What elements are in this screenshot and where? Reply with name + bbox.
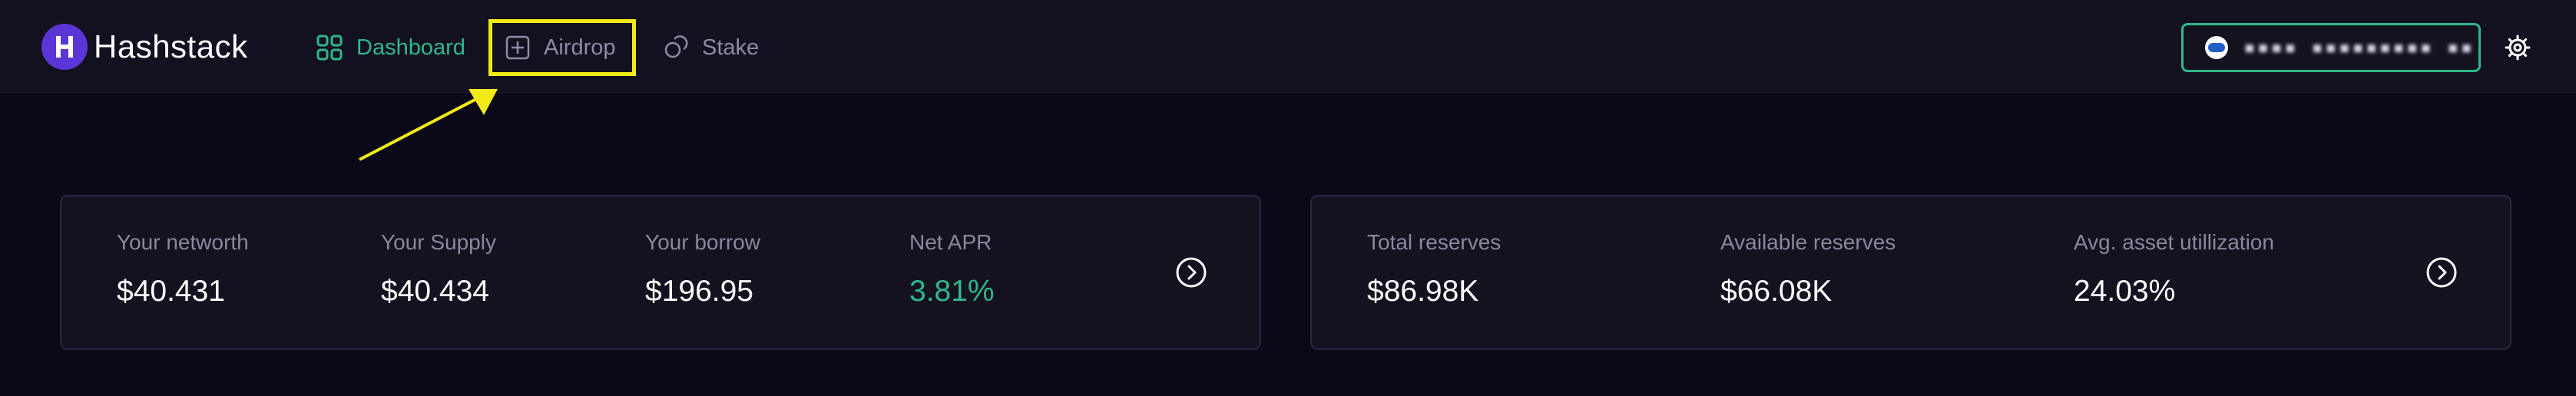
top-navbar: Hashstack Dashboard Airdrop Stake ▪▪▪▪ ▪… (0, 0, 2576, 93)
hashstack-logo-icon (41, 24, 88, 70)
airdrop-highlight-box (488, 19, 636, 76)
nav-item-dashboard[interactable]: Dashboard (316, 29, 465, 66)
grid-icon (316, 35, 343, 61)
stat-label: Your Supply (381, 230, 496, 254)
user-stats-card: Your networth $40.431 Your Supply $40.43… (60, 195, 1261, 350)
annotation-arrow-icon (359, 89, 498, 161)
wallet-avatar-icon (2205, 36, 2228, 59)
coins-icon (664, 35, 688, 58)
stat-net-apr: Net APR 3.81% (909, 230, 995, 309)
stat-label: Available reserves (1720, 230, 1896, 254)
stat-networth: Your networth $40.431 (117, 230, 249, 309)
chevron-right-circle-icon[interactable] (2425, 256, 2458, 289)
wallet-address: ▪▪▪▪ ▪▪▪▪▪▪▪▪▪ ▪▪ (2243, 36, 2475, 59)
stat-label: Total reserves (1367, 230, 1502, 254)
gear-icon (2505, 35, 2531, 61)
stat-value: $86.98K (1367, 275, 1479, 308)
stat-value: $66.08K (1720, 275, 1833, 308)
chevron-right-circle-icon[interactable] (1175, 256, 1207, 289)
settings-button[interactable] (2501, 31, 2535, 64)
brand-name: Hashstack (94, 28, 248, 64)
market-stats-card: Total reserves $86.98K Available reserve… (1310, 195, 2511, 350)
stat-available-reserves: Available reserves $66.08K (1720, 230, 1896, 309)
stat-label: Your networth (117, 230, 249, 254)
stat-borrow: Your borrow $196.95 (645, 230, 760, 309)
nav-item-stake[interactable]: Stake (664, 29, 759, 66)
brand[interactable]: Hashstack (41, 23, 248, 71)
stat-label: Avg. asset utillization (2074, 230, 2274, 254)
stat-label: Your borrow (645, 230, 760, 254)
stat-value: 3.81% (909, 275, 995, 308)
stat-value: $40.431 (117, 275, 225, 308)
stat-total-reserves: Total reserves $86.98K (1367, 230, 1501, 309)
stat-value: $196.95 (645, 275, 753, 308)
nav-item-label: Dashboard (356, 35, 465, 60)
nav-item-label: Stake (702, 35, 760, 60)
wallet-button[interactable]: ▪▪▪▪ ▪▪▪▪▪▪▪▪▪ ▪▪ (2181, 23, 2481, 72)
stat-label: Net APR (909, 230, 992, 254)
stat-value: $40.434 (381, 275, 489, 308)
stat-value: 24.03% (2074, 275, 2176, 308)
stat-asset-utilization: Avg. asset utillization 24.03% (2074, 230, 2274, 309)
stat-supply: Your Supply $40.434 (381, 230, 496, 309)
